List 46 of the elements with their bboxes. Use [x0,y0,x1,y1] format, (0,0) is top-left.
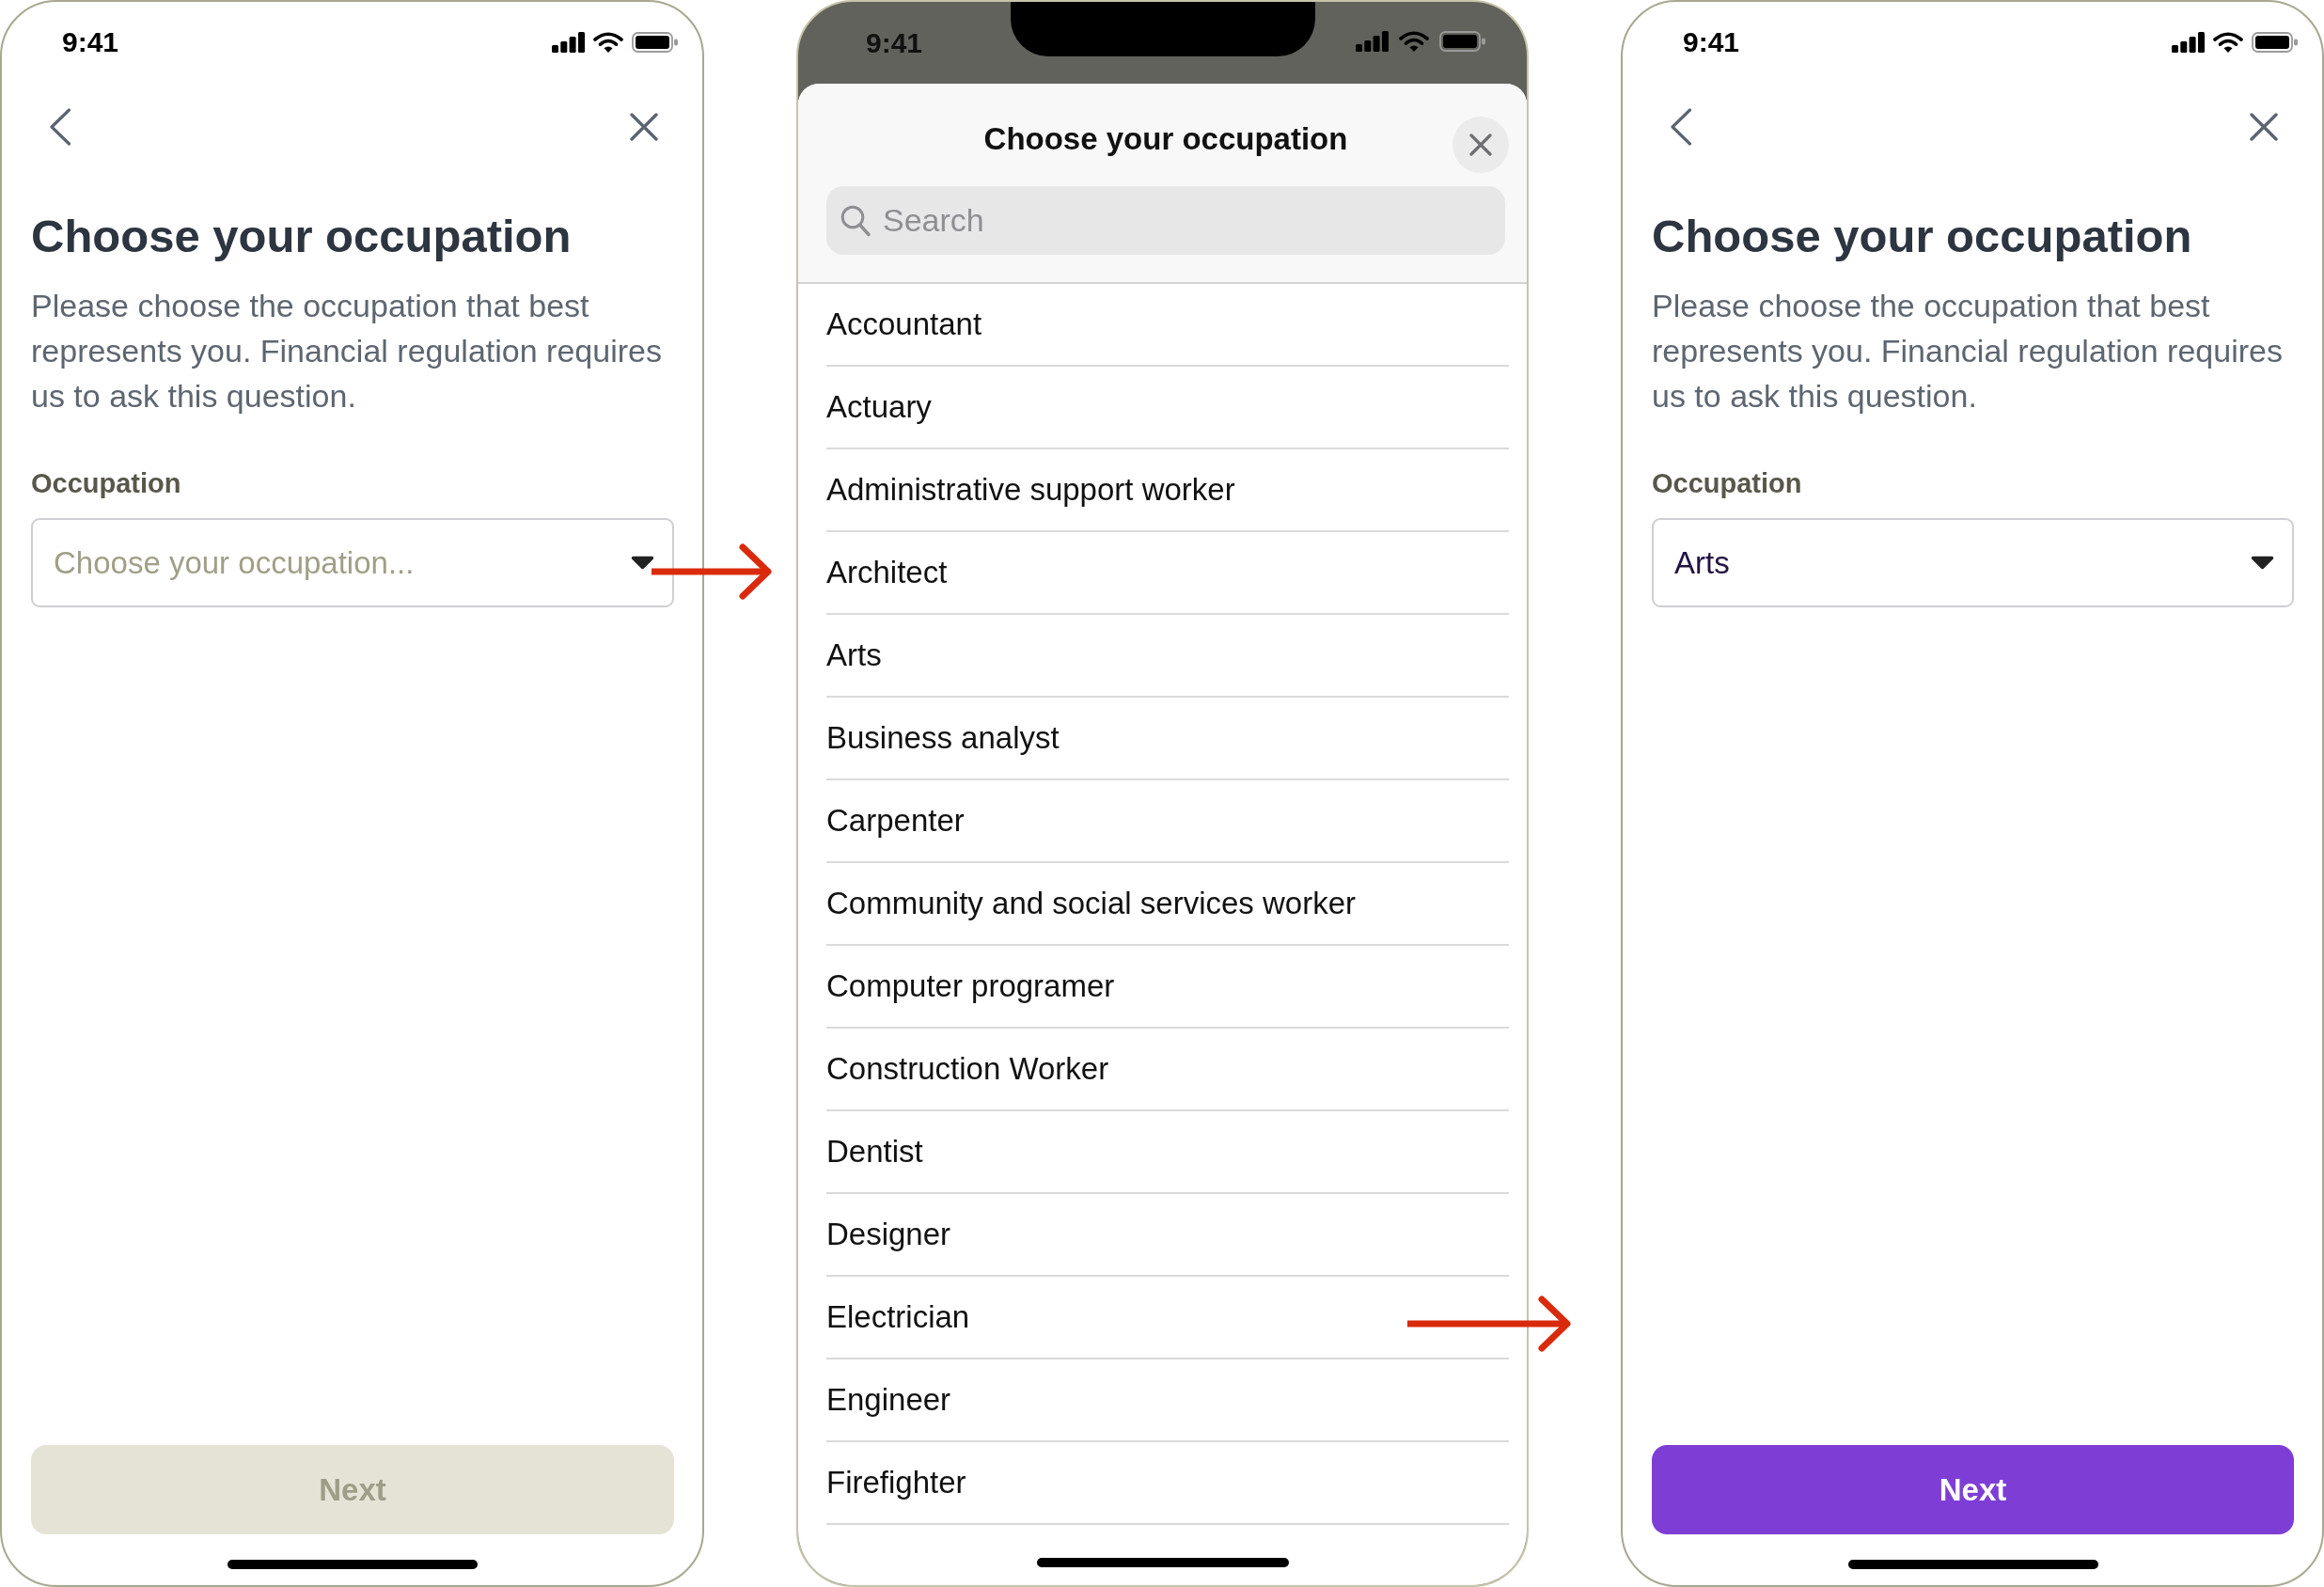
description-text: Please choose the occupation that best represents you. Financial regulation requires us to ask this question. [1652,287,2284,416]
option-item[interactable]: Administrative support worker [826,449,1509,532]
close-icon[interactable] [2250,113,2278,141]
occupation-select[interactable]: Choose your occupation... [31,518,674,607]
close-icon[interactable] [630,113,658,141]
next-button[interactable]: Next [1652,1445,2294,1534]
option-item[interactable]: Community and social services worker [826,863,1509,946]
signal-icon [1356,31,1389,52]
wifi-icon [593,32,623,53]
caret-icon [631,556,654,570]
option-item[interactable]: Architect [826,532,1509,615]
signal-icon [2172,32,2205,53]
option-item[interactable]: Dentist [826,1111,1509,1194]
back-icon[interactable] [1670,108,1692,146]
occupation-select[interactable]: Arts [1652,518,2294,607]
description-text: Please choose the occupation that best represents you. Financial regulation requires us to ask this question. [31,287,663,416]
option-item[interactable]: Arts [826,615,1509,698]
option-item[interactable]: Construction Worker [826,1029,1509,1111]
signal-icon [552,32,585,53]
option-item[interactable]: Electrician [826,1277,1509,1359]
option-item[interactable]: Computer programer [826,946,1509,1029]
option-item[interactable]: Designer [826,1194,1509,1277]
wifi-icon [2213,32,2243,53]
status-time: 9:41 [866,28,923,57]
search-field[interactable]: Search [826,186,1505,255]
option-item[interactable]: Engineer [826,1359,1509,1442]
option-item[interactable]: Carpenter [826,780,1509,863]
field-label: Occupation [31,467,182,499]
caret-icon [2251,556,2274,570]
screen-title: Choose your occupation [1652,210,2193,263]
back-icon[interactable] [49,108,71,146]
option-item[interactable]: Accountant [826,284,1509,367]
field-label: Occupation [1652,467,1803,499]
status-time: 9:41 [1683,28,1740,56]
wifi-icon [1399,31,1429,52]
option-item[interactable]: Business analyst [826,698,1509,780]
sheet-title: Choose your occupation [983,120,1348,158]
screen-title: Choose your occupation [31,210,573,263]
option-item[interactable]: Firefighter [826,1442,1509,1525]
battery-icon [632,32,678,53]
status-time: 9:41 [62,28,119,56]
option-item[interactable]: Actuary [826,367,1509,449]
battery-icon [2252,32,2298,53]
battery-icon [1439,31,1485,52]
search-icon [840,205,871,237]
close-icon [1469,134,1492,156]
